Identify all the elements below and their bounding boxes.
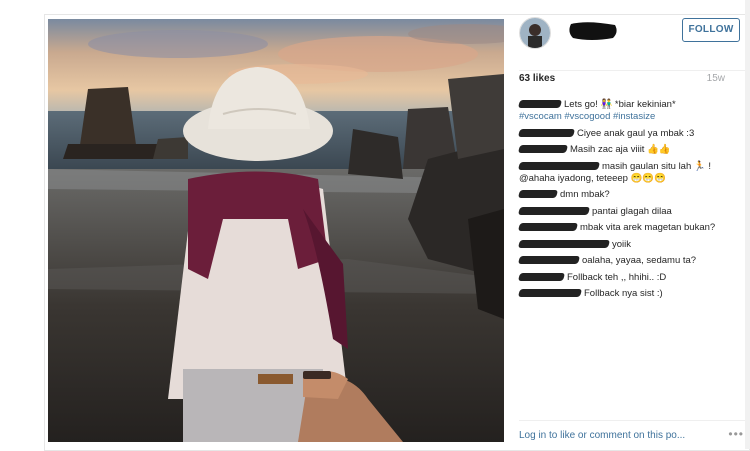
more-options-icon[interactable]: ••• (728, 427, 744, 441)
comment-item: Follback nya sist :) (517, 288, 729, 300)
post-side-panel: FOLLOW 63 likes 15w Lets go! 👫 *biar kek… (505, 14, 748, 449)
redacted-username[interactable] (517, 161, 601, 170)
redacted-username[interactable] (517, 272, 566, 281)
beach-photo-image (48, 19, 504, 442)
comment-item: Ciyee anak gaul ya mbak :3 (517, 127, 729, 140)
username-redacted[interactable] (567, 20, 619, 42)
comment-item: Lets go! 👫 *biar kekinian* #vscocam #vsc… (517, 99, 729, 123)
comment-text: Follback nya sist :) (584, 288, 663, 299)
avatar[interactable] (519, 17, 551, 49)
comment-text: mbak vita arek magetan bukan? (580, 222, 716, 233)
comment-item: Masih zac aja viiit 👍👍 (517, 144, 729, 156)
comment-item: yoiik (517, 238, 729, 251)
login-to-comment-link[interactable]: Log in to like or comment on this po... (519, 430, 685, 441)
redacted-username[interactable] (517, 100, 563, 109)
post-age[interactable]: 15w (707, 73, 725, 84)
comment-item: masih gaulan situ lah 🏃 ! @ahaha iyadong… (517, 161, 729, 185)
comment-text: yoiik (612, 238, 632, 250)
comment-item: dmn mbak? (517, 189, 729, 201)
post-header: FOLLOW (519, 14, 748, 71)
comment-text: pantai glagah dilaa (592, 205, 672, 217)
redacted-username[interactable] (517, 145, 569, 154)
comment-text: Lets go! 👫 *biar kekinian* (564, 99, 676, 110)
likes-count[interactable]: 63 likes (519, 73, 555, 84)
avatar-image (520, 18, 550, 48)
redacted-username[interactable] (517, 223, 579, 232)
post-footer: Log in to like or comment on this po... … (519, 420, 748, 450)
post-photo[interactable] (48, 19, 504, 442)
comment-list: Lets go! 👫 *biar kekinian* #vscocam #vsc… (517, 99, 729, 424)
redacted-username[interactable] (517, 206, 591, 215)
scrollbar[interactable] (745, 0, 750, 449)
comment-hashtags[interactable]: #vscocam #vscogood #instasize (519, 111, 655, 122)
redacted-username[interactable] (517, 190, 559, 199)
follow-button[interactable]: FOLLOW (682, 18, 740, 42)
comment-text: dmn mbak? (560, 189, 610, 200)
comment-item: mbak vita arek magetan bukan? (517, 222, 729, 234)
comment-text: Follback teh ,, hhihi.. :D (567, 271, 667, 283)
redacted-username[interactable] (517, 289, 583, 298)
comment-text: Ciyee anak gaul ya mbak :3 (577, 127, 695, 139)
redacted-username[interactable] (517, 128, 576, 137)
redacted-username[interactable] (517, 239, 611, 248)
comment-item: oalaha, yayaa, sedamu ta? (517, 255, 729, 267)
comment-text: oalaha, yayaa, sedamu ta? (582, 255, 697, 266)
redacted-username[interactable] (517, 256, 581, 265)
comment-item: pantai glagah dilaa (517, 205, 729, 218)
comment-item: Follback teh ,, hhihi.. :D (517, 271, 729, 284)
comment-text: Masih zac aja viiit 👍👍 (570, 144, 671, 155)
